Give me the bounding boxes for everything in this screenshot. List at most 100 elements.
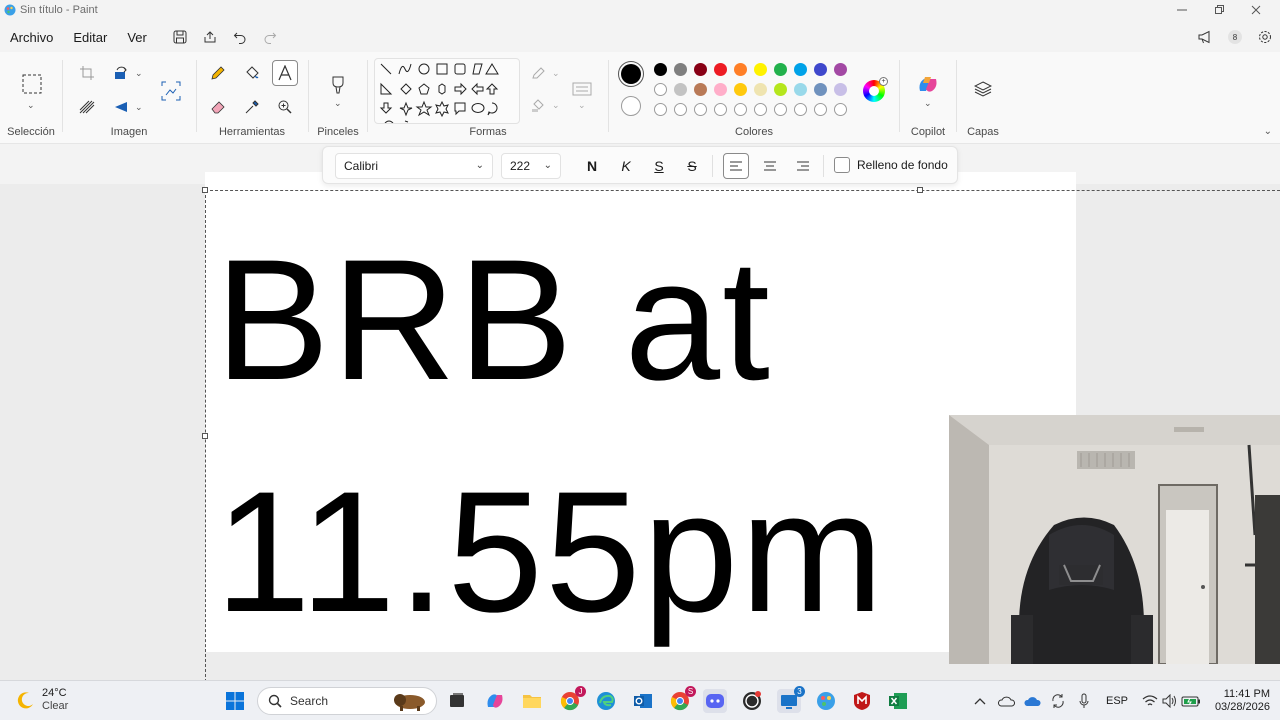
select-tool-button[interactable] [18, 70, 46, 98]
resize-handle[interactable] [202, 433, 208, 439]
color-swatch[interactable] [674, 83, 687, 96]
redo-button[interactable] [255, 24, 285, 50]
color-swatch[interactable] [674, 63, 687, 76]
onedrive-tray-button[interactable] [994, 689, 1018, 713]
clock[interactable]: 11:41 PM 03/28/2026 [1208, 688, 1270, 714]
color-picker-button[interactable] [239, 94, 265, 120]
color-swatch[interactable] [774, 83, 787, 96]
maximize-button[interactable] [1199, 0, 1239, 20]
pencil-button[interactable] [205, 60, 231, 86]
color-swatch[interactable] [734, 103, 747, 116]
color-swatch[interactable] [694, 103, 707, 116]
file-explorer-button[interactable] [520, 689, 544, 713]
paint-taskbar-button[interactable] [814, 689, 838, 713]
color-swatch[interactable] [654, 63, 667, 76]
shape-style-button[interactable] [569, 76, 595, 102]
shape-outline-button[interactable] [526, 60, 552, 86]
color-swatch[interactable] [714, 63, 727, 76]
chevron-down-icon[interactable]: ⌄ [334, 98, 342, 109]
align-left-button[interactable] [723, 153, 749, 179]
underline-button[interactable]: S [646, 153, 672, 179]
close-button[interactable] [1236, 0, 1276, 20]
battery-tray-button[interactable] [1179, 689, 1203, 713]
taskbar-search[interactable]: Search [257, 687, 437, 715]
menu-archivo[interactable]: Archivo [0, 24, 63, 50]
notifications-badge[interactable]: 8 [1220, 24, 1250, 50]
color-swatch[interactable] [734, 83, 747, 96]
color-swatch[interactable] [814, 103, 827, 116]
minimize-button[interactable] [1162, 0, 1202, 20]
discord-button[interactable] [703, 689, 727, 713]
feedback-button[interactable] [1190, 24, 1220, 50]
edge-button[interactable] [594, 689, 618, 713]
color-swatch[interactable] [774, 63, 787, 76]
settings-button[interactable] [1250, 24, 1280, 50]
chevron-down-icon[interactable]: ⌄ [552, 100, 560, 111]
chevron-down-icon[interactable]: ⌄ [135, 102, 143, 113]
share-button[interactable] [195, 24, 225, 50]
chevron-down-icon[interactable]: ⌄ [552, 68, 560, 79]
chevron-down-icon[interactable]: ⌄ [1264, 126, 1272, 137]
image-select-button[interactable] [158, 78, 184, 104]
color-swatch[interactable] [694, 63, 707, 76]
start-button[interactable] [223, 689, 247, 713]
text-tool-button[interactable] [272, 60, 298, 86]
color-swatch[interactable] [834, 63, 847, 76]
mcafee-button[interactable] [850, 689, 874, 713]
onedrive-blue-tray-button[interactable] [1020, 689, 1044, 713]
brushes-button[interactable] [325, 72, 351, 98]
copilot-button[interactable] [915, 72, 941, 98]
italic-button[interactable]: K [613, 153, 639, 179]
chevron-down-icon[interactable]: ⌄ [27, 100, 35, 111]
task-view-button[interactable] [445, 689, 469, 713]
app-button[interactable]: 3 [777, 686, 805, 713]
color-swatch[interactable] [754, 103, 767, 116]
menu-editar[interactable]: Editar [63, 24, 117, 50]
resize-handle[interactable] [202, 187, 208, 193]
primary-color-button[interactable] [618, 61, 644, 87]
color-swatch[interactable] [754, 83, 767, 96]
rotate-button[interactable] [108, 60, 134, 86]
save-button[interactable] [165, 24, 195, 50]
color-swatch[interactable] [694, 83, 707, 96]
eraser-button[interactable] [205, 94, 231, 120]
chevron-down-icon[interactable]: ⌄ [924, 98, 932, 109]
sync-tray-button[interactable] [1046, 689, 1070, 713]
microphone-tray-button[interactable] [1072, 689, 1096, 713]
color-swatch[interactable] [754, 63, 767, 76]
copilot-taskbar-button[interactable] [483, 689, 507, 713]
font-size-dropdown[interactable]: 222 ⌄ [501, 153, 561, 179]
color-swatch[interactable] [774, 103, 787, 116]
color-swatch[interactable] [654, 83, 667, 96]
strikethrough-button[interactable]: S [679, 153, 705, 179]
secondary-color-button[interactable] [621, 96, 641, 116]
resize-handle[interactable] [917, 187, 923, 193]
shape-fill-button[interactable] [526, 92, 552, 118]
shapes-gallery-icons[interactable] [375, 59, 520, 124]
undo-button[interactable] [225, 24, 255, 50]
color-swatch[interactable] [834, 83, 847, 96]
magnifier-button[interactable] [272, 94, 298, 120]
excel-button[interactable] [886, 689, 910, 713]
color-swatch[interactable] [794, 103, 807, 116]
color-swatch[interactable] [814, 63, 827, 76]
color-swatch[interactable] [654, 103, 667, 116]
color-swatch[interactable] [674, 103, 687, 116]
color-swatch[interactable] [834, 103, 847, 116]
crop-button[interactable] [74, 60, 100, 86]
weather-widget[interactable]: 24°C Clear [16, 687, 68, 713]
fill-button[interactable] [239, 60, 265, 86]
color-swatch[interactable] [714, 103, 727, 116]
color-swatch[interactable] [794, 63, 807, 76]
language-indicator[interactable]: ESP [1102, 689, 1132, 713]
align-right-button[interactable] [790, 153, 816, 179]
color-swatch[interactable] [734, 63, 747, 76]
edit-colors-button[interactable]: + [863, 77, 888, 102]
background-fill-checkbox[interactable] [834, 157, 850, 173]
chevron-down-icon[interactable]: ⌄ [135, 68, 143, 79]
color-swatch[interactable] [714, 83, 727, 96]
obs-button[interactable] [740, 689, 764, 713]
chevron-down-icon[interactable]: ⌄ [578, 100, 586, 111]
font-family-dropdown[interactable]: Calibri ⌄ [335, 153, 493, 179]
tray-overflow-button[interactable] [968, 689, 992, 713]
